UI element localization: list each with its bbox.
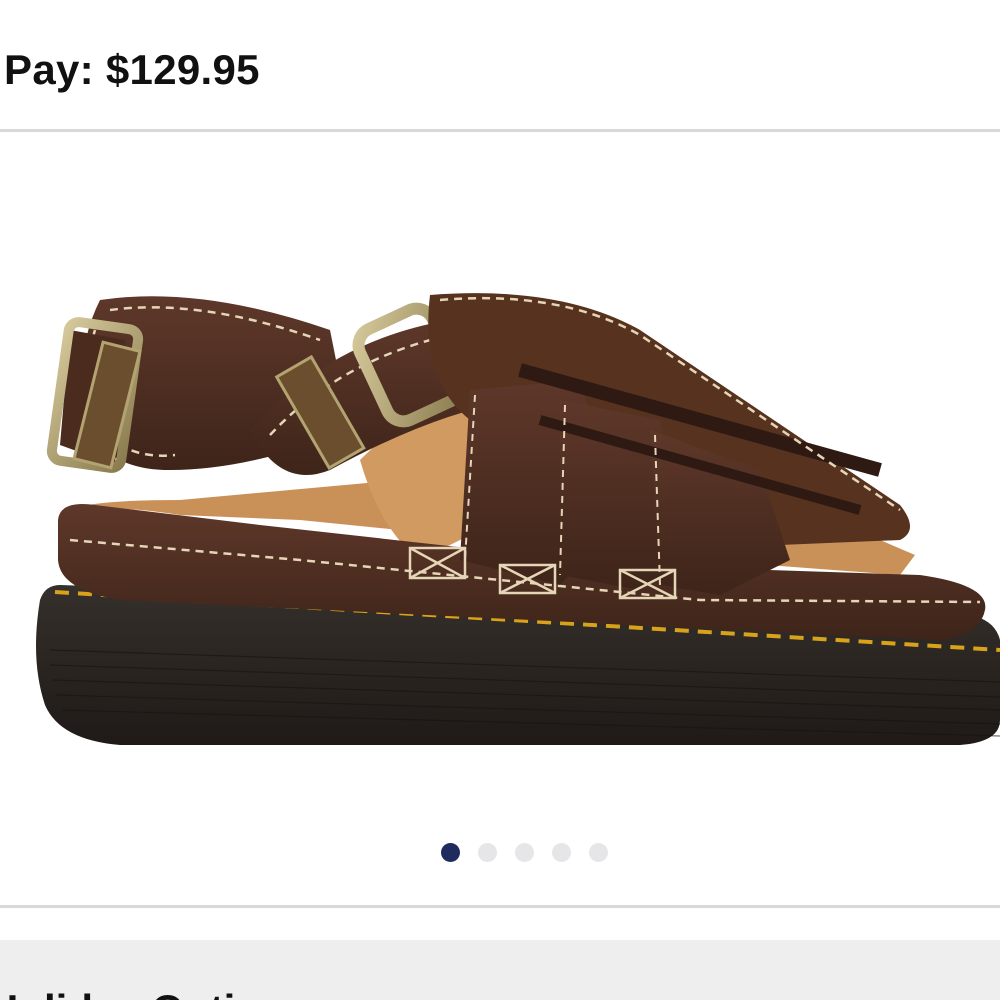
carousel-indicator — [441, 842, 608, 862]
divider — [0, 905, 1000, 908]
carousel-dot-4[interactable] — [552, 842, 571, 862]
price-label: Pay: $129.95 — [4, 46, 260, 93]
carousel-dot-1[interactable] — [441, 842, 460, 862]
product-page: Pay: $129.95 — [0, 0, 1000, 1000]
section-header[interactable]: Holiday Options — [0, 940, 1000, 1000]
carousel-dot-5[interactable] — [589, 842, 608, 862]
price-header: Pay: $129.95 — [0, 0, 1000, 130]
section-title: Holiday Options — [0, 986, 310, 1000]
product-image[interactable] — [0, 150, 1000, 770]
carousel-dot-2[interactable] — [478, 842, 497, 862]
carousel-dot-3[interactable] — [515, 842, 534, 862]
